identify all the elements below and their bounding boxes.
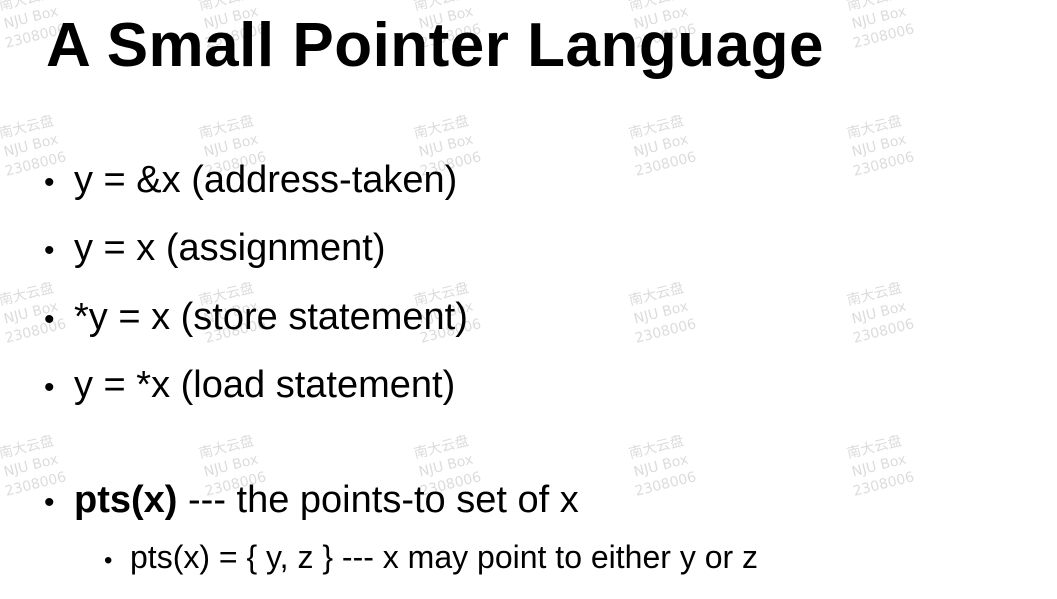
bullet-text: y = &x (address-taken) [74,159,458,201]
watermark-line1: 南大云盘 [197,433,256,463]
bullet-assignment: • y = x (assignment) [44,226,386,273]
watermark-tile: 南大云盘NJU Box2308006 [624,431,698,501]
sub-bullet-text: pts(x) = { y, z } --- x may point to eit… [130,539,759,575]
watermark-line3: 2308006 [633,149,698,180]
watermark-line1: 南大云盘 [842,0,907,17]
watermark-line3: 2308006 [633,316,698,347]
pts-term: pts(x) [74,479,178,521]
watermark-tile: 南大云盘NJU Box2308006 [842,431,916,501]
watermark-tile: 南大云盘NJU Box2308006 [624,111,698,181]
watermark-line3: 2308006 [633,469,698,500]
bullet-store: • *y = x (store statement) [44,295,468,342]
watermark-line1: 南大云盘 [627,280,686,310]
watermark-line2: NJU Box [850,3,908,33]
watermark-line1: 南大云盘 [845,113,904,143]
watermark-line1: 南大云盘 [845,433,904,463]
watermark-line3: 2308006 [851,149,916,180]
watermark-line1: 南大云盘 [197,113,256,143]
watermark-line3: 2308006 [851,469,916,500]
bullet-address-taken: • y = &x (address-taken) [44,158,457,205]
watermark-line1: 南大云盘 [412,433,471,463]
bullet-text: y = x (assignment) [74,227,386,269]
bullet-dot: • [44,303,55,336]
watermark-line1: 南大云盘 [0,433,56,463]
bullet-text: y = *x (load statement) [74,364,456,406]
watermark-line2: NJU Box [632,298,690,328]
bullet-pts-definition: • pts(x) --- the points-to set of x [44,478,579,525]
watermark-line2: NJU Box [850,298,908,328]
watermark-line2: NJU Box [632,131,690,161]
watermark-line1: 南大云盘 [412,113,471,143]
bullet-text: *y = x (store statement) [74,296,468,338]
bullet-dot: • [44,166,55,199]
watermark-line2: NJU Box [850,451,908,481]
watermark-tile: 南大云盘NJU Box2308006 [624,278,698,348]
bullet-load: • y = *x (load statement) [44,363,455,410]
watermark-line1: 南大云盘 [845,280,904,310]
watermark-tile: 南大云盘NJU Box2308006 [842,0,916,54]
watermark-line1: 南大云盘 [627,433,686,463]
bullet-dot: • [44,234,55,267]
watermark-line1: 南大云盘 [0,113,56,143]
watermark-line1: 南大云盘 [627,113,686,143]
watermark-tile: 南大云盘NJU Box2308006 [842,278,916,348]
sub-bullet-dot: • [104,547,113,574]
watermark-tile: 南大云盘NJU Box2308006 [842,111,916,181]
watermark-line3: 2308006 [851,21,916,52]
bullet-dot: • [44,486,55,519]
watermark-line2: NJU Box [850,131,908,161]
watermark-line2: NJU Box [632,451,690,481]
watermark-line3: 2308006 [851,316,916,347]
slide-title: A Small Pointer Language [46,11,824,80]
bullet-dot: • [44,371,55,404]
pts-description: --- the points-to set of x [177,479,579,521]
sub-bullet-pts-example: • pts(x) = { y, z } --- x may point to ei… [104,538,758,580]
